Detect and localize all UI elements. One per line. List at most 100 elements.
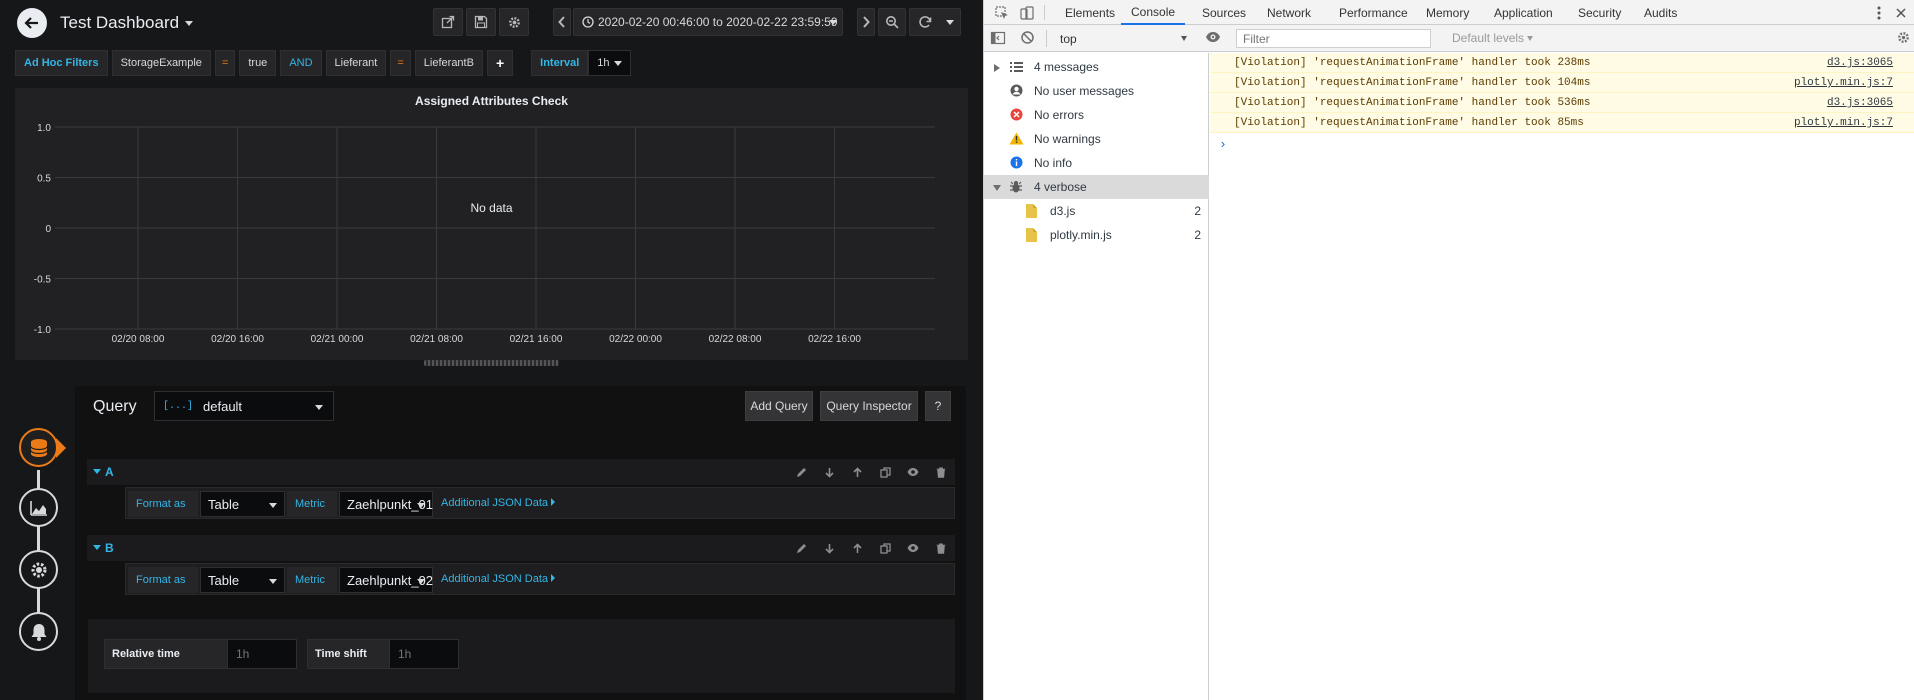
arrow-left-icon (24, 17, 38, 29)
toggle-query-b-button[interactable] (899, 535, 927, 561)
close-devtools-button[interactable] (1894, 0, 1908, 25)
tab-elements[interactable]: Elements (1065, 0, 1115, 25)
format-as-value-b: Table (208, 572, 240, 588)
relative-time-input[interactable] (227, 639, 297, 669)
edit-query-a-button[interactable] (787, 459, 815, 485)
sidebar-item-warnings[interactable]: No warnings (984, 127, 1209, 151)
device-toolbar-button[interactable] (1017, 0, 1037, 25)
datasource-icon: [...] (163, 400, 194, 412)
arrow-down-icon (824, 467, 834, 478)
message-source-link[interactable]: d3.js:3065 (1827, 97, 1893, 109)
tab-memory[interactable]: Memory (1426, 0, 1469, 25)
tab-security[interactable]: Security (1578, 0, 1621, 25)
console-filter-input[interactable] (1236, 29, 1431, 48)
caret-down-icon (829, 20, 837, 25)
message-source-link[interactable]: plotly.min.js:7 (1794, 117, 1893, 129)
add-query-button[interactable]: Add Query (745, 391, 813, 421)
collapse-query-b-icon[interactable] (93, 545, 101, 550)
format-caret-icon-b (269, 579, 277, 584)
filter-key-lieferant[interactable]: Lieferant (325, 50, 387, 76)
move-down-query-a-button[interactable] (815, 459, 843, 485)
query-options: Relative time Time shift (88, 619, 955, 693)
execution-context-select[interactable]: top (1056, 29, 1191, 48)
format-as-select-b[interactable]: Table (200, 567, 285, 593)
query-row-a-header[interactable]: A (87, 459, 955, 485)
general-tab-button[interactable] (19, 550, 58, 589)
message-source-link[interactable]: plotly.min.js:7 (1794, 77, 1893, 89)
inspect-element-button[interactable] (992, 0, 1012, 25)
y-tick-label: 1.0 (37, 123, 51, 134)
move-up-query-a-button[interactable] (843, 459, 871, 485)
tab-network[interactable]: Network (1267, 0, 1311, 25)
share-dashboard-button[interactable] (433, 8, 463, 36)
tab-console[interactable]: Console (1121, 0, 1186, 25)
toggle-sidebar-button[interactable] (990, 30, 1006, 49)
sidebar-item-user-messages[interactable]: No user messages (984, 79, 1209, 103)
message-source-link[interactable]: d3.js:3065 (1827, 57, 1893, 69)
time-forward-button[interactable] (857, 8, 875, 36)
graph-panel[interactable]: Assigned Attributes Check 1.0 0.5 0 -0.5 -1.… (15, 88, 968, 360)
query-row-b-header[interactable]: B (87, 535, 955, 561)
toggle-query-a-button[interactable] (899, 459, 927, 485)
queries-tab-button[interactable] (19, 428, 58, 467)
additional-json-data-link-b[interactable]: Additional JSON Data (441, 573, 555, 585)
help-button[interactable]: ? (925, 391, 951, 421)
time-shift-input[interactable] (389, 639, 459, 669)
ad-hoc-filters-label: Ad Hoc Filters (15, 50, 108, 76)
log-levels-select[interactable]: Default levels (1452, 31, 1534, 45)
alert-tab-button[interactable] (19, 612, 58, 651)
add-filter-button[interactable]: + (486, 50, 514, 76)
filter-value-true[interactable]: true (239, 50, 277, 76)
additional-json-data-text-a: Additional JSON Data (441, 497, 548, 509)
dashboard-title[interactable]: Test Dashboard (60, 13, 194, 33)
edit-query-b-button[interactable] (787, 535, 815, 561)
move-down-query-b-button[interactable] (815, 535, 843, 561)
sidebar-item-errors[interactable]: No errors (984, 103, 1209, 127)
collapse-query-a-icon[interactable] (93, 469, 101, 474)
filter-key-storage-example[interactable]: StorageExample (111, 50, 211, 76)
remove-query-b-button[interactable] (927, 535, 955, 561)
chevron-left-icon (558, 16, 565, 28)
duplicate-query-b-button[interactable] (871, 535, 899, 561)
tab-performance[interactable]: Performance (1339, 0, 1408, 25)
remove-query-a-button[interactable] (927, 459, 955, 485)
filter-value-lieferantb[interactable]: LieferantB (414, 50, 483, 76)
move-up-query-b-button[interactable] (843, 535, 871, 561)
filter-operator-2[interactable]: = (390, 50, 411, 76)
clear-console-button[interactable] (1020, 30, 1035, 48)
live-expression-button[interactable] (1205, 30, 1221, 47)
x-tick-label: 02/22 00:00 (609, 334, 662, 345)
duplicate-query-a-button[interactable] (871, 459, 899, 485)
tab-sources[interactable]: Sources (1202, 0, 1246, 25)
back-button[interactable] (17, 8, 47, 38)
console-prompt[interactable]: › (1219, 137, 1227, 152)
sidebar-item-plotly[interactable]: plotly.min.js 2 (984, 223, 1209, 247)
log-levels-text: Default levels (1452, 31, 1525, 45)
panel-resize-handle[interactable] (424, 360, 559, 366)
console-message: [Violation] 'requestAnimationFrame' hand… (1210, 93, 1914, 113)
query-inspector-button[interactable]: Query Inspector (820, 391, 918, 421)
zoom-out-button[interactable] (878, 8, 906, 36)
console-settings-button[interactable] (1896, 30, 1911, 48)
interval-caret-icon (613, 60, 622, 66)
metric-select-b[interactable]: Zaehlpunkt_02 (339, 567, 433, 593)
datasource-select[interactable]: [...] default (154, 391, 334, 421)
metric-select-a[interactable]: Zaehlpunkt_01 (339, 491, 433, 517)
additional-json-data-link-a[interactable]: Additional JSON Data (441, 497, 555, 509)
sidebar-item-messages[interactable]: 4 messages (984, 55, 1209, 79)
tab-audits[interactable]: Audits (1644, 0, 1677, 25)
visualization-tab-button[interactable] (19, 488, 58, 527)
refresh-button[interactable] (909, 8, 961, 36)
devtools-menu-button[interactable] (1872, 0, 1886, 25)
time-range-picker[interactable]: 2020-02-20 00:46:00 to 2020-02-22 23:59:… (573, 8, 843, 36)
filter-operator-1[interactable]: = (214, 50, 236, 76)
sidebar-item-info[interactable]: No info (984, 151, 1209, 175)
interval-select[interactable]: 1h (588, 50, 631, 76)
tab-application[interactable]: Application (1494, 0, 1553, 25)
time-back-button[interactable] (553, 8, 571, 36)
format-as-select-a[interactable]: Table (200, 491, 285, 517)
save-dashboard-button[interactable] (466, 8, 496, 36)
dashboard-settings-button[interactable] (499, 8, 529, 36)
sidebar-item-verbose[interactable]: 4 verbose (984, 175, 1209, 199)
sidebar-item-d3js[interactable]: d3.js 2 (984, 199, 1209, 223)
